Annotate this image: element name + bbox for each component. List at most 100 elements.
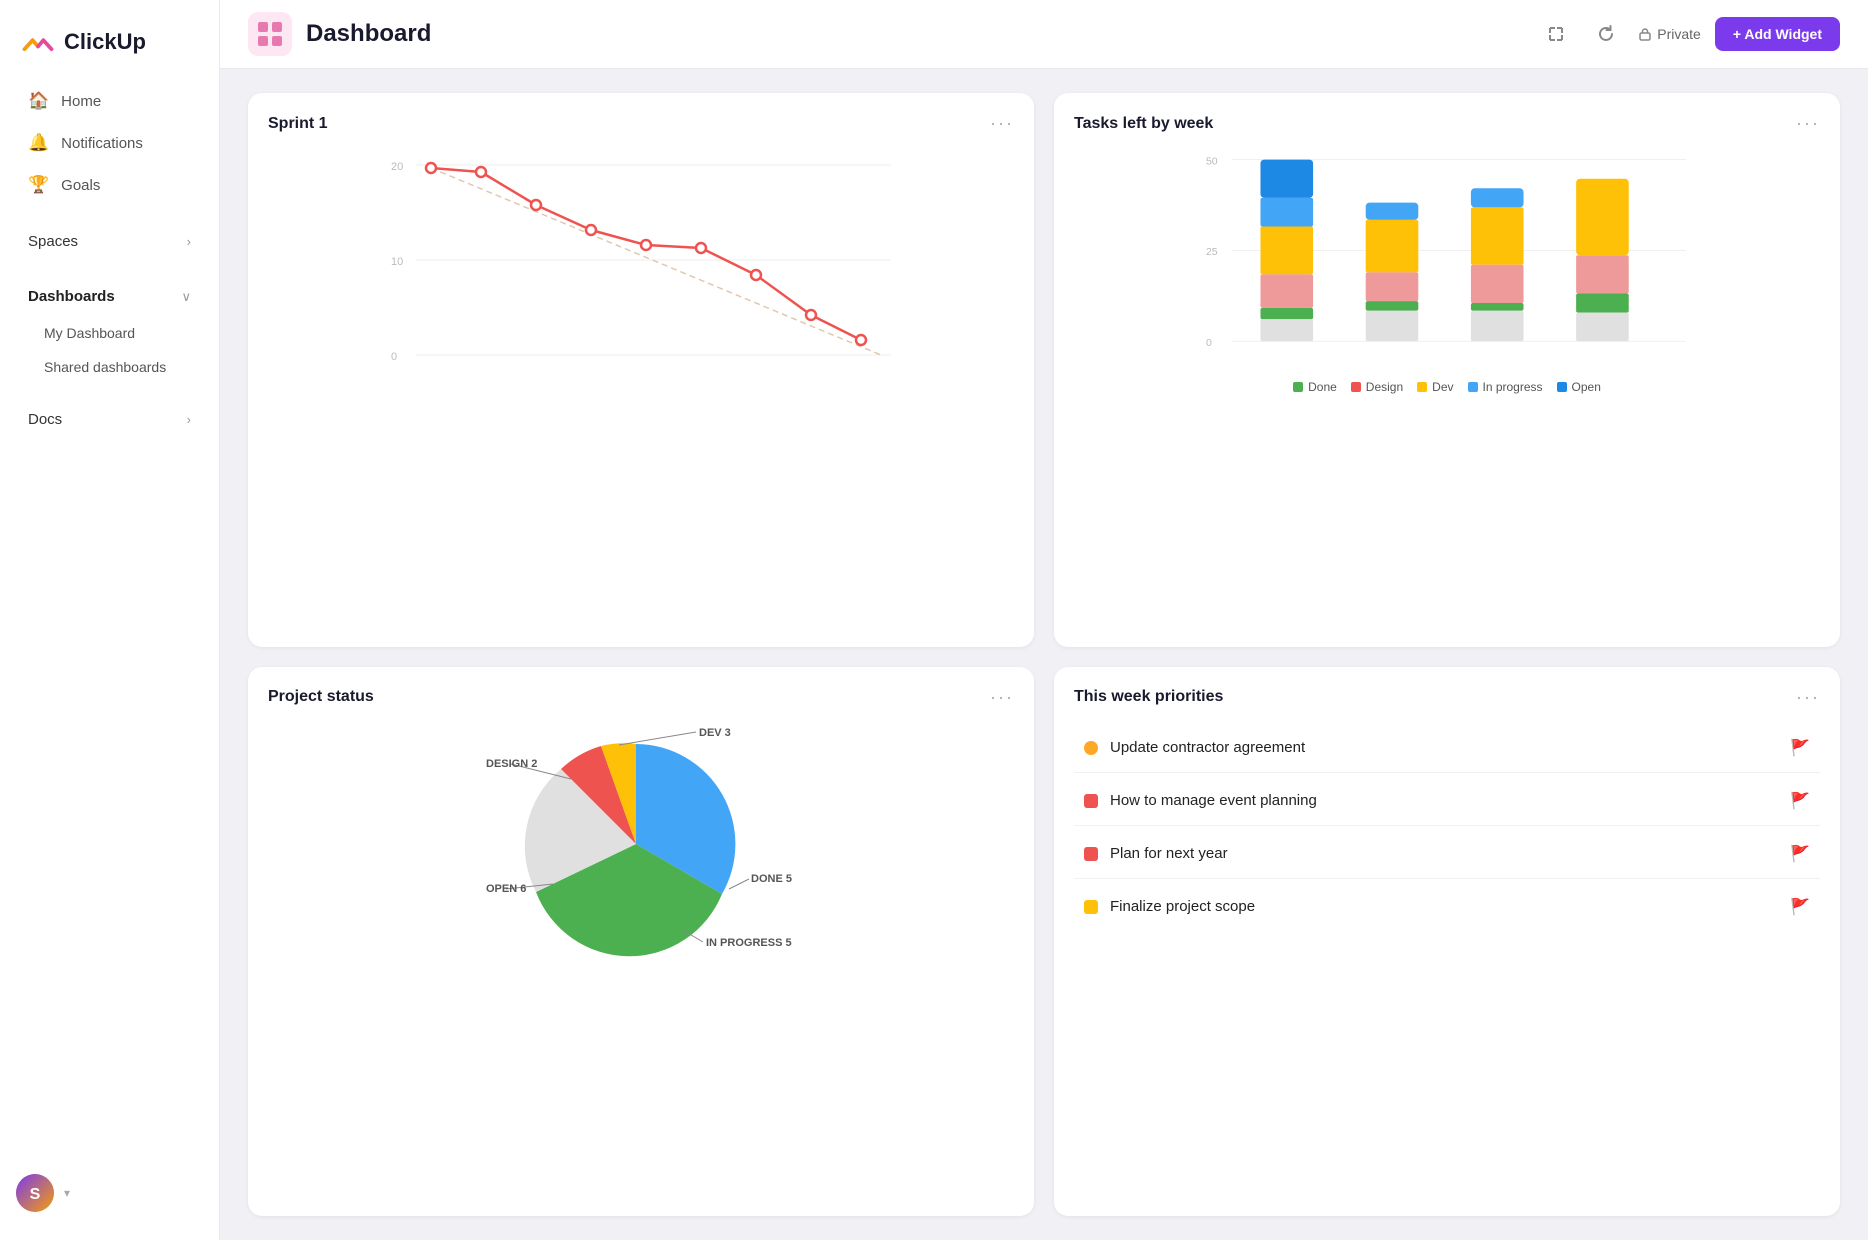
svg-text:50: 50 bbox=[1206, 155, 1218, 167]
tasks-widget: Tasks left by week ··· 50 25 0 bbox=[1054, 93, 1840, 647]
bell-icon: 🔔 bbox=[28, 133, 49, 153]
priority-dot-3 bbox=[1084, 847, 1098, 861]
legend-dev-label: Dev bbox=[1432, 380, 1453, 394]
header: Dashboard Private + A bbox=[220, 0, 1868, 69]
sidebar-item-home-label: Home bbox=[61, 93, 101, 110]
project-status-widget: Project status ··· bbox=[248, 667, 1034, 1217]
legend-open: Open bbox=[1557, 380, 1601, 394]
design-color bbox=[1351, 382, 1361, 392]
private-label: Private bbox=[1657, 26, 1701, 42]
legend-done-label: Done bbox=[1308, 380, 1337, 394]
priority-flag-2: 🚩 bbox=[1790, 791, 1810, 811]
bar-chart-svg: 50 25 0 bbox=[1074, 150, 1820, 370]
priority-item-4[interactable]: Finalize project scope 🚩 bbox=[1074, 883, 1820, 931]
private-badge[interactable]: Private bbox=[1638, 26, 1701, 42]
priorities-widget-title: This week priorities bbox=[1074, 688, 1223, 706]
sprint-widget: Sprint 1 ··· 20 10 0 bbox=[248, 93, 1034, 647]
dashboard-icon-box bbox=[248, 12, 292, 56]
svg-text:DESIGN 2: DESIGN 2 bbox=[486, 758, 537, 770]
priority-flag-3: 🚩 bbox=[1790, 844, 1810, 864]
refresh-button[interactable] bbox=[1588, 16, 1624, 52]
priorities-widget-header: This week priorities ··· bbox=[1074, 687, 1820, 708]
sidebar-item-docs[interactable]: Docs › bbox=[8, 401, 211, 438]
clickup-logo-icon bbox=[20, 24, 56, 60]
priority-text-1: Update contractor agreement bbox=[1110, 739, 1778, 756]
priority-dot-4 bbox=[1084, 900, 1098, 914]
tasks-widget-menu-button[interactable]: ··· bbox=[1796, 113, 1820, 134]
sidebar-item-notifications-label: Notifications bbox=[61, 135, 143, 152]
tasks-widget-header: Tasks left by week ··· bbox=[1074, 113, 1820, 134]
sidebar-item-dashboards[interactable]: Dashboards ∨ bbox=[8, 278, 211, 315]
svg-text:25: 25 bbox=[1206, 246, 1218, 258]
svg-text:DONE 5: DONE 5 bbox=[751, 873, 792, 885]
home-icon: 🏠 bbox=[28, 91, 49, 111]
sprint-widget-menu-button[interactable]: ··· bbox=[990, 113, 1014, 134]
priority-flag-1: 🚩 bbox=[1790, 738, 1810, 758]
add-widget-button[interactable]: + Add Widget bbox=[1715, 17, 1840, 51]
dashboard-icon bbox=[256, 20, 284, 48]
logo-area: ClickUp bbox=[0, 16, 219, 80]
svg-text:20: 20 bbox=[391, 161, 403, 173]
bar-chart-legend: Done Design Dev In progress Open bbox=[1074, 380, 1820, 394]
project-status-menu-button[interactable]: ··· bbox=[990, 687, 1014, 708]
spaces-label: Spaces bbox=[28, 233, 78, 250]
dashboards-label: Dashboards bbox=[28, 288, 115, 305]
svg-text:OPEN 6: OPEN 6 bbox=[486, 883, 526, 895]
sidebar-item-goals[interactable]: 🏆 Goals bbox=[8, 165, 211, 205]
tasks-widget-title: Tasks left by week bbox=[1074, 115, 1213, 133]
sprint-chart-svg: 20 10 0 bbox=[268, 150, 1014, 370]
legend-inprogress-label: In progress bbox=[1483, 380, 1543, 394]
sidebar-item-home[interactable]: 🏠 Home bbox=[8, 81, 211, 121]
priority-dot-1 bbox=[1084, 741, 1098, 755]
legend-design-label: Design bbox=[1366, 380, 1403, 394]
docs-label: Docs bbox=[28, 411, 62, 428]
legend-inprogress: In progress bbox=[1468, 380, 1543, 394]
sidebar-item-spaces[interactable]: Spaces › bbox=[8, 223, 211, 260]
legend-dev: Dev bbox=[1417, 380, 1453, 394]
avatar[interactable]: S bbox=[16, 1174, 54, 1212]
pie-chart-svg: DEV 3 DONE 5 IN PROGRESS 5 OPEN 6 DESIGN… bbox=[481, 724, 801, 964]
expand-button[interactable] bbox=[1538, 16, 1574, 52]
sprint-widget-header: Sprint 1 ··· bbox=[268, 113, 1014, 134]
bar-chart: 50 25 0 bbox=[1074, 150, 1820, 370]
page-title: Dashboard bbox=[306, 20, 1524, 48]
project-status-title: Project status bbox=[268, 688, 374, 706]
logo-text: ClickUp bbox=[64, 29, 146, 55]
priority-item-1[interactable]: Update contractor agreement 🚩 bbox=[1074, 724, 1820, 773]
sidebar-bottom: S ▾ bbox=[0, 1162, 219, 1224]
sidebar-item-shared-dashboards[interactable]: Shared dashboards bbox=[8, 351, 211, 383]
pie-chart: DEV 3 DONE 5 IN PROGRESS 5 OPEN 6 DESIGN… bbox=[268, 724, 1014, 964]
legend-design: Design bbox=[1351, 380, 1403, 394]
header-actions: Private + Add Widget bbox=[1538, 16, 1840, 52]
dev-color bbox=[1417, 382, 1427, 392]
main-content: Dashboard Private + A bbox=[220, 0, 1868, 1240]
spaces-chevron-icon: › bbox=[187, 234, 191, 249]
legend-done: Done bbox=[1293, 380, 1337, 394]
svg-text:IN PROGRESS 5: IN PROGRESS 5 bbox=[706, 937, 792, 949]
avatar-chevron-icon[interactable]: ▾ bbox=[64, 1186, 70, 1200]
docs-chevron-icon: › bbox=[187, 412, 191, 427]
lock-icon bbox=[1638, 27, 1652, 41]
priority-text-3: Plan for next year bbox=[1110, 845, 1778, 862]
priority-item-3[interactable]: Plan for next year 🚩 bbox=[1074, 830, 1820, 879]
svg-text:0: 0 bbox=[1206, 337, 1212, 349]
sprint-chart: 20 10 0 bbox=[268, 150, 1014, 370]
svg-text:0: 0 bbox=[391, 351, 397, 363]
goals-icon: 🏆 bbox=[28, 175, 49, 195]
priority-text-4: Finalize project scope bbox=[1110, 898, 1778, 915]
sidebar-item-goals-label: Goals bbox=[61, 177, 100, 194]
legend-open-label: Open bbox=[1572, 380, 1601, 394]
sprint-widget-title: Sprint 1 bbox=[268, 115, 328, 133]
priorities-widget-menu-button[interactable]: ··· bbox=[1796, 687, 1820, 708]
sidebar-item-my-dashboard[interactable]: My Dashboard bbox=[8, 317, 211, 349]
dashboard-grid: Sprint 1 ··· 20 10 0 bbox=[220, 69, 1868, 1240]
sidebar-item-notifications[interactable]: 🔔 Notifications bbox=[8, 123, 211, 163]
project-status-header: Project status ··· bbox=[268, 687, 1014, 708]
priority-item-2[interactable]: How to manage event planning 🚩 bbox=[1074, 777, 1820, 826]
svg-text:DEV 3: DEV 3 bbox=[699, 727, 731, 739]
inprogress-color bbox=[1468, 382, 1478, 392]
priorities-widget: This week priorities ··· Update contract… bbox=[1054, 667, 1840, 1217]
priority-dot-2 bbox=[1084, 794, 1098, 808]
sidebar: ClickUp 🏠 Home 🔔 Notifications 🏆 Goals S… bbox=[0, 0, 220, 1240]
svg-text:S: S bbox=[30, 1186, 41, 1203]
